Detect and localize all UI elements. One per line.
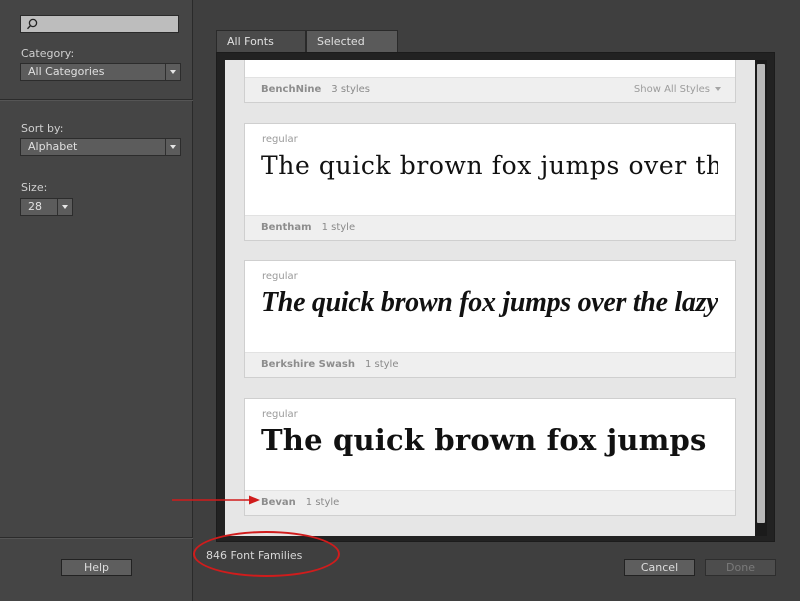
font-card-berkshire-swash[interactable]: regular The quick brown fox jumps over t…	[244, 260, 736, 378]
search-icon	[26, 18, 38, 30]
category-select[interactable]: All Categories	[20, 63, 181, 81]
font-name: Berkshire Swash	[261, 359, 355, 370]
style-label: regular	[262, 134, 298, 145]
sidebar: Category: All Categories Sort by: Alphab…	[0, 0, 193, 601]
tab-all-fonts[interactable]: All Fonts	[216, 30, 306, 52]
font-name: Bevan	[261, 497, 296, 508]
annotation-ellipse	[193, 531, 340, 577]
font-name: Bentham	[261, 222, 312, 233]
divider	[0, 537, 193, 539]
chevron-down-icon	[57, 199, 72, 215]
font-style-count: 1 style	[321, 222, 356, 233]
tab-selected-fonts[interactable]: Selected Fonts	[306, 30, 398, 69]
font-card-bevan[interactable]: regular The quick brown fox jumps over t…	[244, 398, 736, 516]
font-card-footer: Bevan 1 style	[245, 490, 735, 515]
font-card-benchnine[interactable]: BenchNine 3 styles Show All Styles	[244, 60, 736, 103]
size-select[interactable]: 28	[20, 198, 73, 216]
font-card-footer: Bentham 1 style	[245, 215, 735, 240]
font-style-count: 3 styles	[331, 84, 371, 95]
done-button[interactable]: Done	[705, 559, 776, 576]
show-all-styles-button[interactable]: Show All Styles	[634, 78, 721, 101]
size-value: 28	[28, 200, 42, 213]
annotation-arrow-icon	[172, 495, 260, 505]
size-label: Size:	[21, 181, 48, 194]
font-card-footer: Berkshire Swash 1 style	[245, 352, 735, 377]
scrollbar[interactable]	[755, 60, 767, 536]
font-style-count: 1 style	[364, 359, 399, 370]
chevron-down-icon	[165, 139, 180, 155]
font-sample: The quick brown fox jumps over the lazy …	[261, 151, 718, 180]
category-value: All Categories	[28, 65, 105, 78]
font-name: BenchNine	[261, 84, 322, 95]
sort-value: Alphabet	[28, 140, 78, 153]
sort-select[interactable]: Alphabet	[20, 138, 181, 156]
help-button[interactable]: Help	[61, 559, 132, 576]
scrollbar-thumb[interactable]	[757, 64, 765, 523]
search-input[interactable]	[20, 15, 179, 33]
show-all-styles-label: Show All Styles	[633, 84, 710, 95]
chevron-down-icon	[715, 87, 721, 91]
font-list[interactable]: BenchNine 3 styles Show All Styles regula…	[225, 60, 755, 536]
sort-label: Sort by:	[21, 122, 64, 135]
font-sample: The quick brown fox jumps over the lazy …	[261, 423, 718, 457]
style-label: regular	[262, 409, 298, 420]
style-label: regular	[262, 271, 298, 282]
font-card-bentham[interactable]: regular The quick brown fox jumps over t…	[244, 123, 736, 241]
cancel-button[interactable]: Cancel	[624, 559, 695, 576]
font-sample: The quick brown fox jumps over the lazy …	[261, 287, 718, 318]
category-label: Category:	[21, 47, 75, 60]
font-card-footer: BenchNine 3 styles Show All Styles	[245, 77, 735, 102]
font-style-count: 1 style	[305, 497, 340, 508]
divider	[0, 99, 193, 101]
chevron-down-icon	[165, 64, 180, 80]
